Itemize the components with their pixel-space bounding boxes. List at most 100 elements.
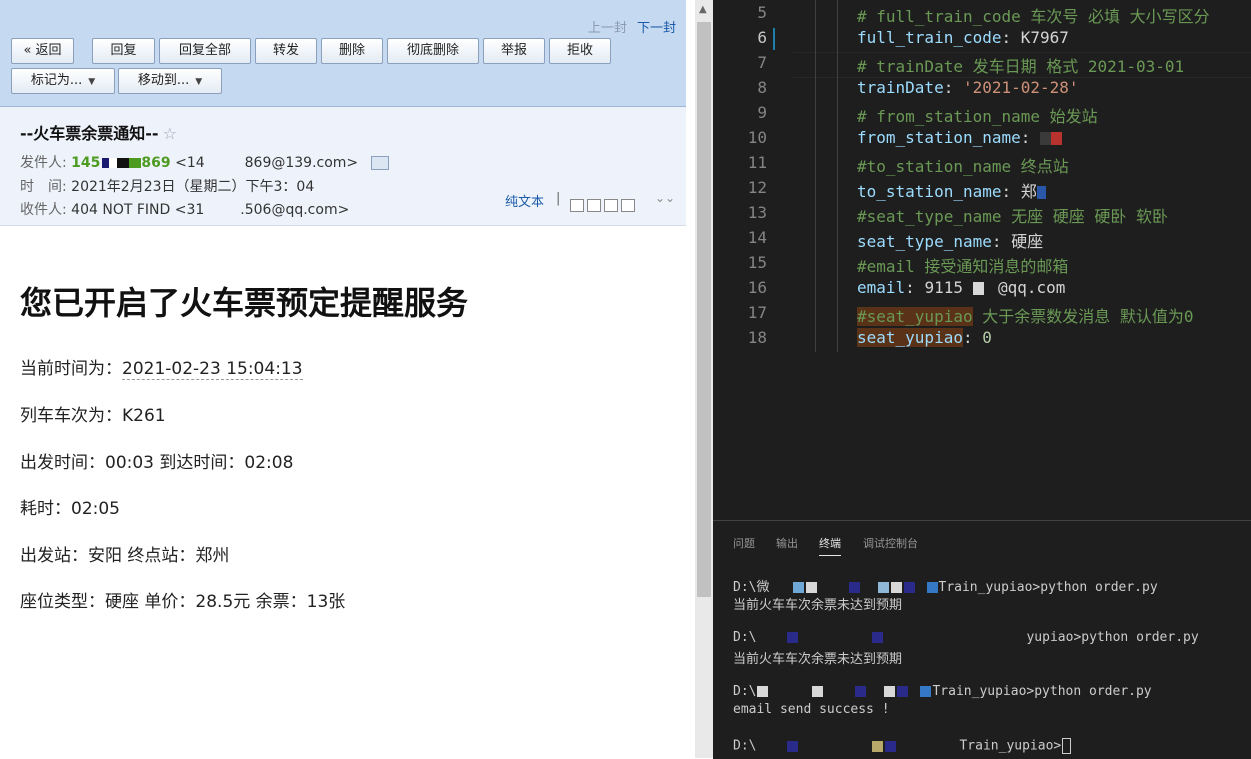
code-line-14[interactable]: seat_type_name: 硬座	[857, 228, 1043, 252]
command: python order.py	[1034, 684, 1152, 699]
mail-header: --火车票余票通知-- ☆ 发件人: 145 869 <14 869@139.com>…	[0, 107, 686, 226]
redaction-block	[855, 686, 867, 697]
share-icon[interactable]	[604, 199, 618, 212]
highlighted-comment: #seat_yupiao	[857, 307, 973, 326]
mail-scrollbar[interactable]: ▲	[695, 0, 713, 758]
comment: # full_train_code 车次号 必填 大小写区分	[857, 7, 1210, 26]
mail-nav: 上一封 下一封	[588, 17, 676, 36]
prompt-path: Train_yupiao>	[938, 580, 1041, 595]
redaction-block	[757, 686, 769, 697]
scroll-up-icon[interactable]: ▲	[699, 4, 707, 15]
delete-button[interactable]: 删除	[321, 38, 383, 64]
code-line-11[interactable]: #to_station_name 终点站	[857, 153, 1069, 177]
indent-guide	[815, 0, 816, 352]
redaction-block	[972, 282, 984, 295]
redaction-block	[916, 582, 925, 593]
prompt-drive: D:\	[733, 684, 757, 699]
redaction-block	[757, 740, 786, 752]
header-tools	[570, 195, 638, 214]
code-line-10[interactable]: from_station_name:	[857, 128, 1063, 147]
report-button[interactable]: 举报	[483, 38, 545, 64]
mail-pane: 上一封 下一封 « 返回 回复 回复全部 转发 删除 彻底删除 举报 拒收 标记…	[0, 0, 686, 758]
code-editor[interactable]: 5 6 7 8 9 10 11 12 13 14 15 16 17 18 # full_train_cod…	[713, 0, 1251, 520]
prompt-drive: D:\	[733, 630, 757, 645]
tab-debug-console[interactable]: 调试控制台	[863, 535, 918, 551]
line-number: 18	[747, 328, 767, 347]
terminal-line[interactable]: D:\ Train_yupiao>	[733, 738, 1072, 754]
terminal-line: D:\微 Train_yupiao>python order.py	[733, 576, 1158, 595]
code-line-17[interactable]: #seat_yupiao 大于余票数发消息 默认值为0	[857, 303, 1194, 327]
redaction-block	[877, 582, 889, 593]
tab-output[interactable]: 输出	[776, 535, 798, 551]
new-window-icon[interactable]	[570, 199, 584, 212]
prompt-drive: D:\	[733, 738, 757, 754]
code-line-5[interactable]: # full_train_code 车次号 必填 大小写区分	[857, 3, 1210, 27]
body-title: 您已开启了火车票预定提醒服务	[20, 284, 469, 322]
recipient-addr-part: .506@qq.com>	[240, 202, 350, 218]
mail-subject: --火车票余票通知-- ☆	[20, 120, 177, 144]
back-button[interactable]: « 返回	[11, 38, 74, 64]
reply-all-button[interactable]: 回复全部	[159, 38, 251, 64]
reply-button[interactable]: 回复	[92, 38, 155, 64]
sender-addr-part: 869@139.com>	[244, 155, 359, 171]
indent-guide	[837, 0, 838, 352]
terminal-panel[interactable]: 问题 输出 终端 调试控制台 D:\微 Train_yupiao>python o…	[713, 520, 1251, 759]
star-icon[interactable]: ☆	[163, 124, 177, 143]
comment: #seat_type_name 无座 硬座 硬卧 软卧	[857, 207, 1169, 226]
print-icon[interactable]	[621, 199, 635, 212]
delete-forever-button[interactable]: 彻底删除	[387, 38, 479, 64]
plain-text-link[interactable]: 纯文本	[505, 191, 544, 210]
colon: :	[905, 278, 925, 297]
yaml-value: 0	[982, 328, 992, 347]
redaction-block	[800, 632, 871, 643]
header-separator: |	[556, 191, 561, 206]
code-line-8[interactable]: trainDate: '2021-02-28'	[857, 78, 1079, 97]
tab-problems[interactable]: 问题	[733, 535, 755, 551]
line-number: 15	[747, 253, 767, 272]
code-line-15[interactable]: #email 接受通知消息的邮箱	[857, 253, 1068, 277]
line-number: 11	[747, 153, 767, 172]
reject-button[interactable]: 拒收	[549, 38, 611, 64]
forward-button[interactable]: 转发	[255, 38, 317, 64]
redaction-block	[861, 582, 876, 593]
terminal-line: 当前火车车次余票未达到预期	[733, 598, 903, 613]
expand-chevron-icon[interactable]: ⌄⌄	[655, 191, 675, 205]
comment: #email 接受通知消息的邮箱	[857, 257, 1069, 276]
colon: :	[943, 78, 963, 97]
code-line-13[interactable]: #seat_type_name 无座 硬座 硬卧 软卧	[857, 203, 1168, 227]
yaml-key: seat_type_name	[857, 232, 992, 251]
move-to-label: 移动到...	[137, 73, 190, 88]
line-number: 14	[747, 228, 767, 247]
sender-name[interactable]: 145 869	[71, 155, 170, 171]
terminal-line: D:\ yupiao>python order.py	[733, 630, 1199, 645]
redaction-block	[885, 632, 1026, 643]
recipient-address: <31 .506@qq.com>	[175, 202, 350, 218]
mark-as-label: 标记为...	[30, 73, 83, 88]
code-line-7[interactable]: # trainDate 发车日期 格式 2021-03-01	[857, 53, 1184, 77]
code-line-12[interactable]: to_station_name: 郑	[857, 178, 1046, 202]
code-line-16[interactable]: email: 9115 @qq.com	[857, 278, 1065, 297]
line-number: 8	[757, 78, 767, 97]
code-line-18[interactable]: seat_yupiao: 0	[857, 328, 992, 347]
line-number: 12	[747, 178, 767, 197]
mail-toolbar: 上一封 下一封 « 返回 回复 回复全部 转发 删除 彻底删除 举报 拒收 标记…	[0, 0, 686, 107]
scroll-thumb[interactable]	[697, 22, 711, 597]
tab-terminal[interactable]: 终端	[819, 535, 841, 556]
code-line-9[interactable]: # from_station_name 始发站	[857, 103, 1098, 127]
line-number: 5	[757, 3, 767, 22]
next-mail-link[interactable]: 下一封	[637, 21, 676, 36]
code-line-6[interactable]: full_train_code: K7967	[857, 28, 1069, 47]
recipient-name[interactable]: 404 NOT FIND	[71, 202, 170, 218]
prompt-path-partial: yupiao>	[1026, 630, 1082, 645]
document-icon[interactable]	[587, 199, 601, 212]
redaction-block	[1036, 186, 1046, 199]
contact-card-icon[interactable]	[370, 156, 389, 170]
redaction-block	[872, 632, 884, 643]
redaction-block	[812, 686, 824, 697]
mark-as-dropdown[interactable]: 标记为... ▼	[11, 68, 115, 94]
current-time-line: 当前时间为：2021-02-23 15:04:13	[20, 354, 303, 380]
prev-mail-link[interactable]: 上一封	[588, 21, 627, 36]
yaml-key: from_station_name	[857, 128, 1021, 147]
move-to-dropdown[interactable]: 移动到... ▼	[118, 68, 222, 94]
seat-price-line: 座位类型：硬座 单价：28.5元 余票：13张	[20, 592, 346, 612]
